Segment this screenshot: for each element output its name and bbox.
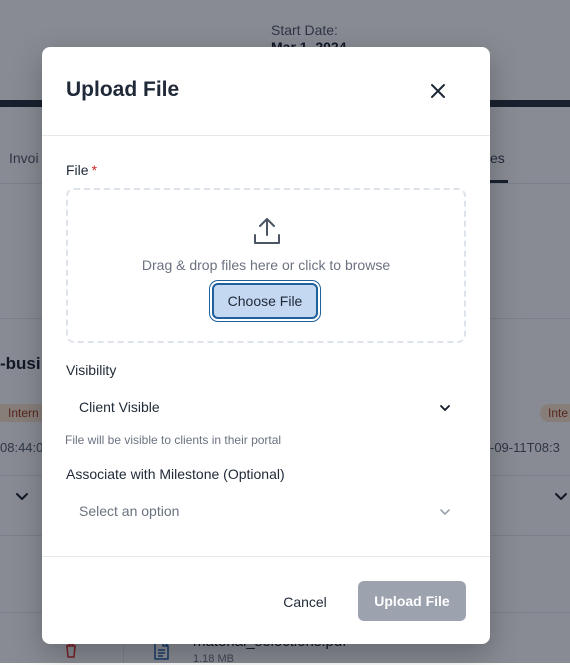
chevron-down-icon: [438, 401, 452, 415]
choose-file-button[interactable]: Choose File: [212, 283, 318, 319]
upload-file-button[interactable]: Upload File: [358, 581, 466, 621]
dropzone-instructions: Drag & drop files here or click to brows…: [141, 257, 391, 273]
file-label-text: File: [66, 162, 89, 178]
dialog-title: Upload File: [66, 78, 180, 101]
cancel-button[interactable]: Cancel: [273, 582, 337, 622]
milestone-placeholder: Select an option: [79, 503, 180, 519]
visibility-selected-value: Client Visible: [79, 399, 160, 415]
required-marker: *: [91, 162, 98, 178]
close-icon[interactable]: [428, 81, 448, 101]
visibility-label: Visibility: [66, 362, 117, 378]
milestone-label: Associate with Milestone (Optional): [66, 466, 285, 482]
visibility-helper-text: File will be visible to clients in their…: [65, 433, 282, 447]
upload-file-dialog: Upload File File * Drag & drop files here…: [42, 47, 490, 644]
chevron-down-icon: [438, 505, 452, 519]
visibility-select[interactable]: Client Visible: [66, 389, 466, 425]
dialog-footer: Cancel Upload File: [42, 556, 490, 645]
file-dropzone[interactable]: Drag & drop files here or click to brows…: [66, 188, 466, 343]
upload-icon: [252, 215, 282, 247]
milestone-select[interactable]: Select an option: [66, 493, 466, 529]
dialog-header: Upload File: [42, 47, 490, 136]
file-field-label: File *: [66, 162, 97, 178]
